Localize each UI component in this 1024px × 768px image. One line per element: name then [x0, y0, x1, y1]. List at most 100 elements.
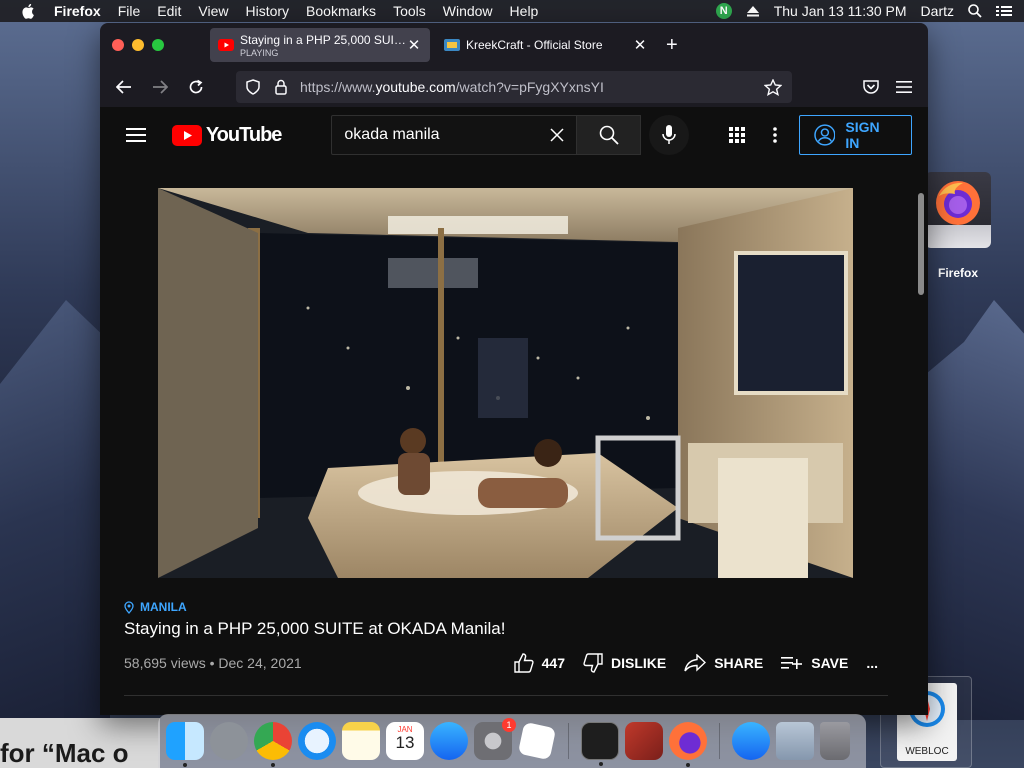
voice-search-button[interactable]	[648, 115, 689, 155]
menu-help[interactable]: Help	[510, 3, 539, 19]
forward-button[interactable]	[142, 72, 178, 102]
youtube-logo[interactable]: YouTube	[171, 124, 282, 147]
control-center-icon[interactable]	[996, 5, 1012, 17]
roblox-icon[interactable]	[517, 721, 557, 761]
firefox-window: Staying in a PHP 25,000 SUITE at OKADA M…	[100, 23, 928, 715]
settings-more-icon[interactable]	[772, 127, 777, 143]
youtube-favicon-icon	[218, 39, 234, 51]
reload-button[interactable]	[178, 72, 214, 102]
window-controls	[112, 39, 164, 51]
trash-icon[interactable]	[820, 722, 850, 760]
close-tab-icon[interactable]: ✕	[632, 36, 648, 54]
background-window-text: for “Mac o	[0, 738, 129, 768]
clear-search-icon[interactable]	[550, 128, 565, 142]
address-bar[interactable]: https://www.youtube.com/watch?v=pFygXYxn…	[236, 71, 792, 103]
app-store-icon[interactable]	[430, 722, 468, 760]
page-scrollbar-thumb[interactable]	[918, 193, 924, 295]
playlist-add-icon	[781, 657, 803, 669]
arrow-right-icon	[153, 80, 168, 94]
sign-in-button[interactable]: SIGN IN	[798, 115, 912, 155]
spotlight-search-icon[interactable]	[968, 4, 982, 18]
account-icon	[813, 124, 836, 146]
running-indicator	[599, 762, 603, 766]
calendar-icon[interactable]: JAN 13	[386, 722, 424, 760]
desktop-firefox-drive[interactable]: Firefox	[922, 172, 994, 280]
minimize-window-button[interactable]	[132, 39, 144, 51]
menu-bar-clock[interactable]: Thu Jan 13 11:30 PM	[774, 3, 907, 19]
menu-bookmarks[interactable]: Bookmarks	[306, 3, 376, 19]
dock: JAN 13 1	[158, 714, 866, 768]
chrome-icon[interactable]	[254, 722, 292, 767]
thumbs-down-icon	[583, 653, 603, 673]
running-indicator	[686, 763, 690, 767]
info-divider	[124, 695, 888, 696]
safari-icon[interactable]	[298, 722, 336, 760]
video-actions: 447 DISLIKE SHARE SAVE ...	[513, 653, 878, 673]
terminal-icon[interactable]	[581, 722, 619, 766]
location-tag[interactable]: MANILA	[124, 600, 888, 614]
launchpad-icon[interactable]	[210, 722, 248, 760]
tracking-protection-shield-icon[interactable]	[246, 79, 260, 95]
app-menu-icon[interactable]	[896, 81, 912, 93]
guide-menu-icon[interactable]	[126, 128, 146, 142]
menu-tools[interactable]: Tools	[393, 3, 426, 19]
search-input[interactable]: okada manila	[331, 115, 578, 155]
photo-booth-icon[interactable]	[625, 722, 663, 760]
more-actions-icon: ...	[866, 655, 878, 671]
status-app-icon[interactable]: N	[715, 3, 732, 19]
system-preferences-icon[interactable]: 1	[474, 718, 516, 760]
toolbar-right	[862, 79, 928, 95]
menu-file[interactable]: File	[118, 3, 141, 19]
webloc-label: WEBLOC	[905, 746, 949, 757]
pocket-icon[interactable]	[862, 79, 880, 95]
new-tab-button[interactable]: +	[666, 34, 678, 57]
save-label: SAVE	[811, 655, 849, 671]
menu-app-firefox[interactable]: Firefox	[54, 3, 101, 19]
desktop-icon-label: Firefox	[937, 266, 978, 280]
notes-icon[interactable]	[342, 722, 380, 760]
dislike-button[interactable]: DISLIKE	[583, 653, 666, 673]
close-tab-icon[interactable]: ✕	[406, 36, 422, 54]
location-pin-icon	[124, 600, 134, 614]
video-player[interactable]	[158, 188, 853, 578]
youtube-play-logo-icon	[171, 124, 202, 146]
dislike-label: DISLIKE	[610, 655, 667, 671]
youtube-header: YouTube okada manila SIGN IN	[100, 107, 912, 163]
bookmark-star-icon[interactable]	[764, 78, 782, 96]
firefox-icon[interactable]	[669, 722, 707, 767]
video-meta-row: 58,695 views • Dec 24, 2021 447 DISLIKE …	[124, 653, 888, 673]
zoom-window-button[interactable]	[152, 39, 164, 51]
tab-youtube-video[interactable]: Staying in a PHP 25,000 SUITE at OKADA M…	[210, 28, 430, 62]
apps-grid-icon[interactable]	[728, 127, 745, 143]
thumbs-up-icon	[513, 653, 534, 673]
finder-icon[interactable]	[166, 722, 204, 767]
app-store-downloads-icon[interactable]	[732, 722, 770, 760]
apple-menu-icon[interactable]	[20, 3, 38, 19]
menu-edit[interactable]: Edit	[157, 3, 181, 19]
tab-kreekcraft-store[interactable]: KreekCraft - Official Store ✕	[436, 28, 656, 62]
share-button[interactable]: SHARE	[684, 654, 763, 672]
search-query: okada manila	[344, 126, 440, 143]
more-actions-button[interactable]: ...	[866, 655, 878, 671]
share-label: SHARE	[714, 655, 764, 671]
menu-window[interactable]: Window	[443, 3, 493, 19]
sign-in-label: SIGN IN	[845, 119, 880, 151]
save-to-playlist-button[interactable]: SAVE	[781, 655, 848, 671]
location-label: MANILA	[140, 600, 187, 614]
menu-bar-status-area: N Thu Jan 13 11:30 PM Dartz	[715, 3, 1024, 19]
tab-title: Staying in a PHP 25,000 SUITE at OKADA M…	[240, 32, 406, 47]
arrow-left-icon	[116, 80, 131, 94]
documents-icon[interactable]	[776, 722, 814, 760]
menu-bar-user[interactable]: Dartz	[921, 3, 954, 19]
eject-icon[interactable]	[746, 5, 760, 17]
menu-view[interactable]: View	[198, 3, 228, 19]
like-button[interactable]: 447	[513, 653, 565, 673]
close-window-button[interactable]	[112, 39, 124, 51]
menu-history[interactable]: History	[245, 3, 289, 19]
lock-icon[interactable]	[274, 79, 288, 95]
kreekcraft-favicon-icon	[444, 39, 460, 51]
desktop-wallpaper-right	[924, 300, 1024, 720]
back-button[interactable]	[106, 72, 142, 102]
tab-bar: Staying in a PHP 25,000 SUITE at OKADA M…	[100, 23, 928, 67]
search-button[interactable]	[577, 115, 641, 155]
